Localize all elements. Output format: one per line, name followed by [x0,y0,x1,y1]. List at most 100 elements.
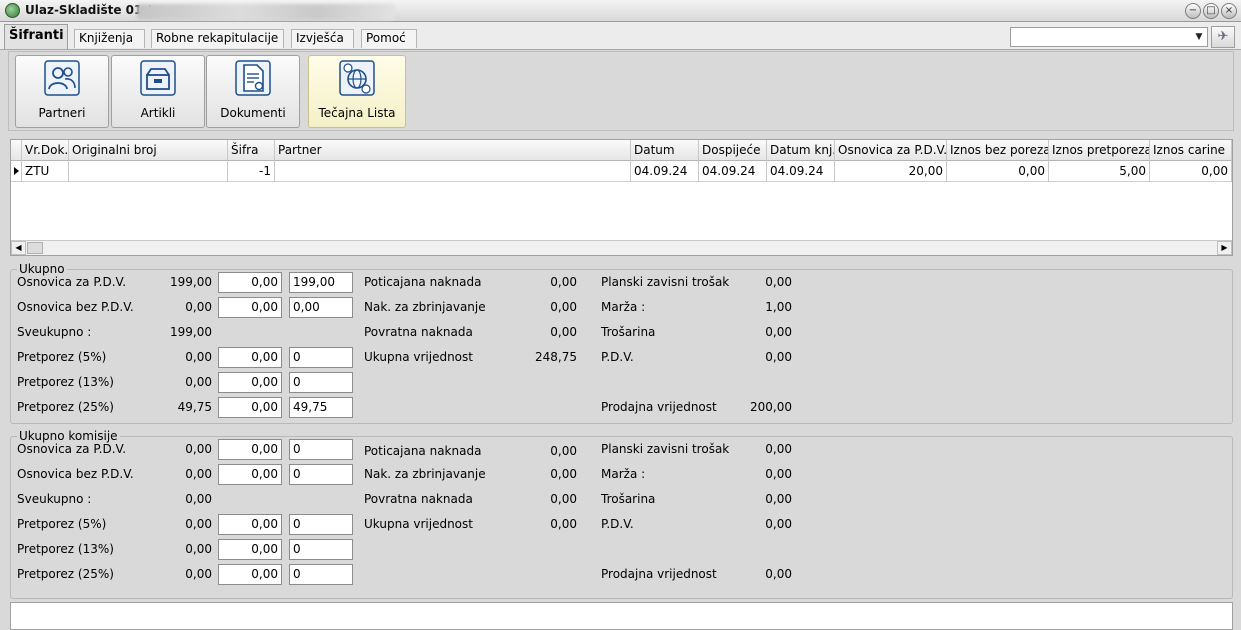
row-indicator-header [11,140,22,161]
field-value: 199,00 [170,275,212,289]
column-header[interactable]: Iznos bez poreza [947,140,1049,161]
partners-icon [44,60,80,96]
scroll-right-icon[interactable]: ▶ [1217,241,1232,255]
horizontal-scrollbar[interactable]: ◀ ▶ [11,240,1232,255]
tab-izvjesca[interactable]: Izvješća [291,29,354,48]
summary-label: Marža : [601,300,646,314]
amount-input[interactable]: 0,00 [218,464,282,485]
row-pointer-icon [14,167,19,175]
summary-value: 0,00 [765,567,792,581]
table-cell[interactable]: 04.09.24 [699,161,767,182]
amount-input[interactable]: 0 [289,564,353,585]
amount-input[interactable]: 0,00 [218,539,282,560]
summary-value: 0,00 [765,517,792,531]
tecajna-lista-label: Tečajna Lista [318,106,396,120]
column-header[interactable]: Iznos carine [1150,140,1232,161]
amount-input[interactable]: 0,00 [218,397,282,418]
table-row[interactable]: ZTU -1 04.09.24 04.09.24 04.09.24 20,00 … [11,161,1232,182]
table-cell[interactable] [69,161,228,182]
column-header[interactable]: Vr.Dok. [22,140,69,161]
tab-pomoc[interactable]: Pomoć [361,29,417,48]
summary-value: 0,00 [765,325,792,339]
table-cell[interactable]: 04.09.24 [767,161,835,182]
table-cell[interactable]: 20,00 [835,161,947,182]
summary-value: 0,00 [765,467,792,481]
ribbon-toolbar: Partneri Artikli Dokumenti Tečajna Lista [8,51,1234,131]
close-icon[interactable]: × [1221,3,1237,19]
tab-robne-rekapitulacije[interactable]: Robne rekapitulacije [151,29,284,48]
app-icon [5,3,20,18]
partneri-button[interactable]: Partneri [15,55,109,128]
summary-label: Prodajna vrijednost [601,400,717,414]
documents-grid: Vr.Dok. Originalni broj Šifra Partner Da… [10,139,1233,256]
table-cell[interactable]: ZTU [22,161,69,182]
summary-value: 200,00 [750,400,792,414]
scroll-left-icon[interactable]: ◀ [11,241,26,255]
summary-label: Povratna naknada [364,325,473,339]
field-value: 0,00 [185,517,212,531]
tab-knjizenja[interactable]: Knjiženja [74,29,145,48]
summary-label: P.D.V. [601,350,634,364]
column-header[interactable]: Partner [275,140,631,161]
amount-input[interactable]: 49,75 [289,397,353,418]
window-title: Ulaz-Skladište 01 / [25,3,151,17]
column-header[interactable]: Datum [631,140,699,161]
amount-input[interactable]: 0 [289,539,353,560]
table-cell[interactable]: 0,00 [947,161,1049,182]
table-cell[interactable]: 5,00 [1049,161,1150,182]
column-header[interactable]: Datum knj. [767,140,835,161]
field-value: 0,00 [185,567,212,581]
column-header[interactable]: Šifra [228,140,275,161]
summary-label: P.D.V. [601,517,634,531]
pin-icon[interactable]: ✈ [1211,26,1235,48]
summary-value: 0,00 [550,467,577,481]
field-value: 0,00 [185,442,212,456]
column-header[interactable]: Iznos pretporeza [1049,140,1150,161]
summary-value: 0,00 [765,275,792,289]
table-cell[interactable] [275,161,631,182]
amount-input[interactable]: 0,00 [218,297,282,318]
amount-input[interactable]: 0,00 [218,272,282,293]
summary-value: 0,00 [765,350,792,364]
field-value: 0,00 [185,300,212,314]
amount-input[interactable]: 0 [289,464,353,485]
table-cell[interactable]: 04.09.24 [631,161,699,182]
table-cell[interactable]: -1 [228,161,275,182]
exchange-rate-icon [339,60,375,96]
amount-input[interactable]: 0,00 [218,564,282,585]
amount-input[interactable]: 0 [289,439,353,460]
maximize-icon[interactable]: □ [1203,3,1219,19]
minimize-icon[interactable]: − [1185,3,1201,19]
column-header[interactable]: Osnovica za P.D.V. [835,140,947,161]
amount-input[interactable]: 0 [289,514,353,535]
artikli-button[interactable]: Artikli [111,55,205,128]
field-value: 0,00 [185,492,212,506]
field-value: 0,00 [185,542,212,556]
column-header[interactable]: Dospijeće [699,140,767,161]
field-label: Pretporez (5%) [17,517,107,531]
amount-input[interactable]: 0 [289,347,353,368]
search-combo[interactable]: ▼ [1010,27,1208,47]
dokumenti-button[interactable]: Dokumenti [206,55,300,128]
amount-input[interactable]: 0,00 [218,439,282,460]
amount-input[interactable]: 0,00 [218,372,282,393]
summary-label: Prodajna vrijednost [601,567,717,581]
artikli-label: Artikli [140,106,176,120]
amount-input[interactable]: 0,00 [218,514,282,535]
field-label: Pretporez (25%) [17,567,114,581]
summary-value: 0,00 [550,275,577,289]
table-cell[interactable]: 0,00 [1150,161,1232,182]
field-label: Osnovica bez P.D.V. [17,467,134,481]
amount-input[interactable]: 0,00 [289,297,353,318]
amount-input[interactable]: 0 [289,372,353,393]
column-header[interactable]: Originalni broj [69,140,228,161]
amount-input[interactable]: 0,00 [218,347,282,368]
tecajna-lista-button[interactable]: Tečajna Lista [308,55,406,128]
summary-value: 0,00 [550,444,577,458]
documents-icon [235,60,271,96]
amount-input[interactable]: 199,00 [289,272,353,293]
partneri-label: Partneri [38,106,86,120]
scrollbar-thumb[interactable] [27,242,43,254]
chevron-down-icon[interactable]: ▼ [1191,28,1207,46]
tab-sifranti[interactable]: Šifranti [4,24,68,49]
